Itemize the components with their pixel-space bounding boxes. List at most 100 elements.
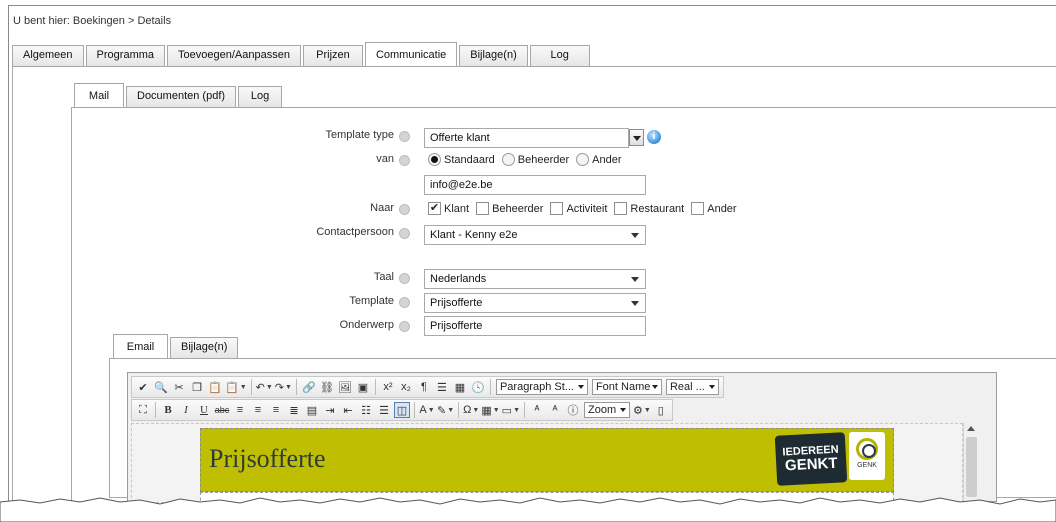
underline-icon[interactable]: U (196, 402, 212, 418)
scroll-up-arrow-icon[interactable] (967, 426, 975, 431)
template-type-select[interactable]: Offerte klant (424, 128, 629, 148)
checkbox-ander[interactable] (691, 202, 705, 215)
onderwerp-help-icon[interactable] (399, 321, 410, 332)
naar-help-icon[interactable] (399, 204, 410, 215)
unlink-icon[interactable]: ⛓ (319, 379, 335, 395)
toolbar-separator (374, 379, 376, 395)
find-icon[interactable]: 🔍 (153, 379, 169, 395)
onderwerp-input[interactable]: Prijsofferte (424, 316, 646, 336)
main-tabs: Algemeen Programma Toevoegen/Aanpassen P… (12, 42, 592, 66)
van-help-icon[interactable] (399, 155, 410, 166)
toolbar-separator (489, 379, 491, 395)
paragraph-style-select[interactable]: Paragraph St... (495, 379, 588, 395)
media-icon[interactable]: ▣ (355, 379, 371, 395)
radio-standaard[interactable] (428, 153, 441, 166)
zoom-select[interactable]: Zoom (584, 402, 631, 418)
contactpersoon-select[interactable]: Klant - Kenny e2e (424, 225, 646, 245)
subtab-log[interactable]: Log (238, 86, 283, 107)
template-type-info-icon[interactable]: i (647, 130, 661, 144)
tab-email[interactable]: Email (113, 334, 168, 358)
checkbox-beheerder[interactable] (476, 202, 490, 215)
torn-edge-decoration (0, 497, 1056, 522)
show-blocks-icon[interactable]: ◫ (394, 402, 410, 418)
tab-prijzen[interactable]: Prijzen (302, 45, 363, 66)
link-icon[interactable]: 🔗 (301, 379, 317, 395)
form-icon[interactable]: ▭ ▼ (502, 402, 520, 418)
taal-select[interactable]: Nederlands (424, 269, 646, 289)
align-left-icon[interactable]: ≡ (232, 402, 248, 418)
undo-icon[interactable]: ↶ ▼ (256, 379, 273, 395)
superscript-icon[interactable]: x² (380, 379, 396, 395)
paste-special-icon[interactable]: 📋 ▼ (225, 379, 247, 395)
van-radio-group: Standaard Beheerder Ander (428, 153, 626, 166)
checkbox-restaurant[interactable] (614, 202, 628, 215)
radio-standaard-label: Standaard (444, 153, 495, 166)
tab-communicatie[interactable]: Communicatie (364, 42, 458, 66)
tab-bijlagen[interactable]: Bijlage(n) (459, 45, 528, 66)
radio-ander[interactable] (576, 153, 590, 166)
cut-icon[interactable]: ✂ (171, 379, 187, 395)
logo-line-2: GENKT (784, 454, 838, 475)
tab-toevoegen-aanpassen[interactable]: Toevoegen/Aanpassen (167, 45, 301, 66)
email-banner: Prijsofferte IEDEREEN GENKT GENK (200, 428, 894, 492)
template-select[interactable]: Prijsofferte (424, 293, 646, 313)
image-icon[interactable]: 🖼 (337, 379, 353, 395)
strikethrough-icon[interactable]: abc (214, 402, 230, 418)
font-size-select[interactable]: Real ... (665, 379, 719, 395)
ordered-list-icon[interactable]: ☷ (358, 402, 374, 418)
table-properties-icon[interactable]: ▦ (452, 379, 468, 395)
scroll-thumb[interactable] (966, 437, 977, 497)
justify-icon[interactable]: ≣ (286, 402, 302, 418)
subtab-mail[interactable]: Mail (74, 83, 124, 107)
spellcheck-language-icon[interactable]: ᴬ (529, 402, 545, 418)
italic-icon[interactable]: I (178, 402, 194, 418)
redo-icon[interactable]: ↷ ▼ (275, 379, 292, 395)
tab-programma[interactable]: Programma (85, 45, 166, 66)
tab-log[interactable]: Log (529, 45, 590, 66)
radio-beheerder-label: Beheerder (517, 153, 570, 166)
block-icon[interactable]: ▤ (304, 402, 320, 418)
font-name-select[interactable]: Font Name (591, 379, 662, 395)
taal-help-icon[interactable] (399, 273, 410, 284)
font-color-icon[interactable]: A ▼ (419, 402, 435, 418)
subtab-documenten-pdf[interactable]: Documenten (pdf) (126, 86, 237, 107)
checkbox-klant[interactable]: ✔ (428, 202, 441, 215)
indent-icon[interactable]: ⇥ (322, 402, 338, 418)
tab-algemeen[interactable]: Algemeen (12, 45, 84, 66)
bold-icon[interactable]: B (160, 402, 176, 418)
checkbox-ander-label: Ander (707, 202, 737, 215)
spellcheck-icon[interactable]: ✔ (135, 379, 151, 395)
special-char-icon[interactable]: Ω ▼ (463, 402, 479, 418)
editor-toolbar-2: ⛶ B I U abc ≡ ≡ ≡ ≣ ▤ ⇥ ⇤ ☷ ☰ ◫ A ▼ ✎ ▼ … (131, 399, 673, 421)
unordered-list-icon[interactable]: ☰ (376, 402, 392, 418)
translate-icon[interactable]: ᴬ (547, 402, 563, 418)
template-type-help-icon[interactable] (399, 131, 410, 142)
radio-beheerder[interactable] (501, 153, 515, 166)
highlight-icon[interactable]: ✎ ▼ (437, 402, 454, 418)
contactpersoon-help-icon[interactable] (399, 228, 410, 239)
align-right-icon[interactable]: ≡ (268, 402, 284, 418)
contactpersoon-label: Contactpersoon (316, 226, 394, 238)
toolbar-separator (295, 379, 297, 395)
sender-email-input[interactable]: info@e2e.be (424, 175, 646, 195)
iedereen-genkt-logo: IEDEREEN GENKT (774, 432, 848, 486)
align-icon[interactable]: ☰ (434, 379, 450, 395)
template-help-icon[interactable] (399, 297, 410, 308)
tab-email-bijlagen[interactable]: Bijlage(n) (170, 337, 239, 358)
align-center-icon[interactable]: ≡ (250, 402, 266, 418)
template-type-dropdown-button[interactable] (629, 129, 644, 146)
toolbar-separator (458, 402, 460, 418)
paragraph-mark-icon[interactable]: ¶ (416, 379, 432, 395)
fullscreen-icon[interactable]: ⛶ (135, 402, 151, 418)
module-manager-icon[interactable]: ⚙ ▼ (633, 402, 651, 418)
copy-icon[interactable]: ❐ (189, 379, 205, 395)
help-icon[interactable]: ⓘ (565, 402, 581, 418)
checkbox-activiteit[interactable] (550, 202, 564, 215)
subscript-icon[interactable]: x₂ (398, 379, 414, 395)
checkbox-restaurant-label: Restaurant (630, 202, 685, 215)
template-manager-icon[interactable]: ▯ (653, 402, 669, 418)
clock-icon[interactable]: 🕓 (470, 379, 486, 395)
paste-icon[interactable]: 📋 (207, 379, 223, 395)
outdent-icon[interactable]: ⇤ (340, 402, 356, 418)
table-icon[interactable]: ▦ ▼ (481, 402, 499, 418)
